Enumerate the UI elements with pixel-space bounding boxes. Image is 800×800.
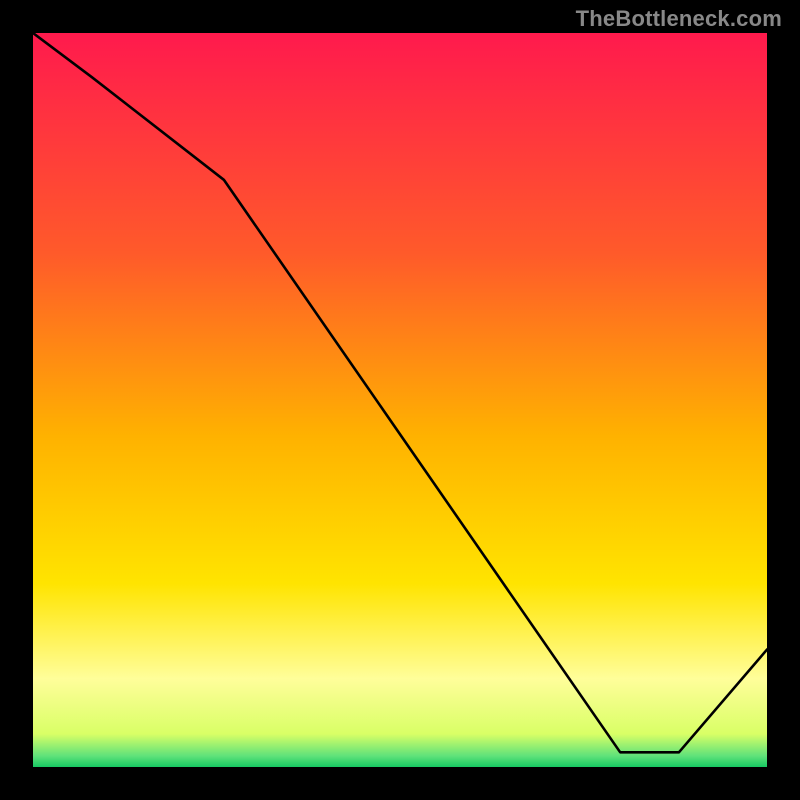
watermark-text: TheBottleneck.com [576, 6, 782, 32]
plot-frame [30, 30, 770, 770]
gradient-background [33, 33, 767, 767]
bottleneck-chart [33, 33, 767, 767]
chart-stage: TheBottleneck.com [0, 0, 800, 800]
